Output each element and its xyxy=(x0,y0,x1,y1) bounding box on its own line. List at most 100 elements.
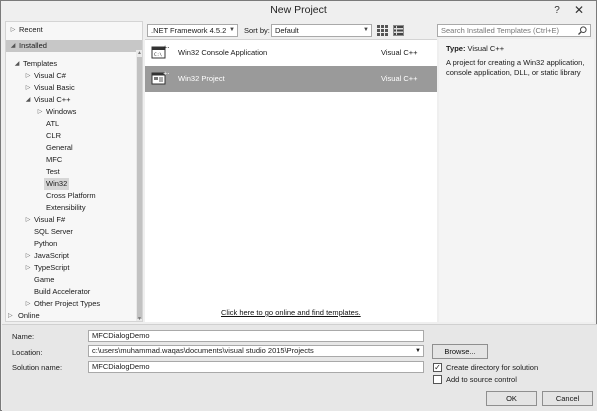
tree-item-visual-basic[interactable]: ▷ Visual Basic xyxy=(6,82,142,94)
location-field[interactable]: c:\users\muhammad.waqas\documents\visual… xyxy=(88,345,424,357)
name-field[interactable]: MFCDialogDemo xyxy=(88,330,424,342)
browse-button[interactable]: Browse... xyxy=(432,344,488,359)
small-icons-view-icon[interactable] xyxy=(377,25,388,36)
solution-name-label: Solution name: xyxy=(12,363,63,372)
solution-name-field[interactable]: MFCDialogDemo xyxy=(88,361,424,373)
add-to-source-control-label: Add to source control xyxy=(446,375,517,384)
template-list: C:\ ++ Win32 Console Application Visual … xyxy=(145,39,437,322)
close-button[interactable]: ✕ xyxy=(570,2,588,19)
tree-item-label: Build Accelerator xyxy=(34,287,91,296)
console-app-icon: C:\ ++ xyxy=(151,44,171,60)
tree-item-game[interactable]: Game xyxy=(6,274,142,286)
tree-item-label: Windows xyxy=(46,107,77,116)
tree-item-cross-platform[interactable]: Cross Platform xyxy=(6,190,142,202)
scroll-up-arrow-icon[interactable]: ▲ xyxy=(136,50,142,56)
tree-item-atl[interactable]: ATL xyxy=(6,118,142,130)
collapsed-arrow-icon[interactable]: ▷ xyxy=(36,106,44,118)
tree-item-label: Visual C# xyxy=(34,71,66,80)
tree-item-mfc[interactable]: MFC xyxy=(6,154,142,166)
tree-item-label: SQL Server xyxy=(34,227,73,236)
template-item-console-app[interactable]: C:\ ++ Win32 Console Application Visual … xyxy=(145,40,437,66)
type-value: Visual C++ xyxy=(467,44,505,53)
search-icon[interactable] xyxy=(578,26,587,38)
tree-item-other-project-types[interactable]: ▷ Other Project Types xyxy=(6,298,142,310)
scrollbar-thumb[interactable] xyxy=(137,57,142,319)
tree-item-label: Test xyxy=(46,167,60,176)
project-settings-form: Name: MFCDialogDemo Location: c:\users\m… xyxy=(2,324,597,411)
tree-item-label: Cross Platform xyxy=(46,191,96,200)
collapsed-arrow-icon[interactable]: ▷ xyxy=(9,24,17,36)
tree-item-label: Win32 xyxy=(44,178,70,190)
expanded-arrow-icon[interactable]: ◢ xyxy=(24,94,32,106)
tree-item-visual-cpp[interactable]: ◢ Visual C++ xyxy=(6,94,142,106)
template-description-panel: Type: Visual C++ A project for creating … xyxy=(439,39,594,322)
tree-item-label: CLR xyxy=(46,131,62,140)
location-label: Location: xyxy=(12,348,43,357)
tree-item-label: Other Project Types xyxy=(34,299,101,308)
template-type: Type: Visual C++ xyxy=(446,44,504,53)
framework-value: .NET Framework 4.5.2 xyxy=(151,26,227,35)
tree-scrollbar[interactable]: ▲ ▼ xyxy=(136,50,142,321)
tree-item-online[interactable]: ▷ Online xyxy=(5,310,143,322)
tree-item-label: ATL xyxy=(46,119,60,128)
tree-item-javascript[interactable]: ▷ JavaScript xyxy=(6,250,142,262)
tree-item-label: Templates xyxy=(23,59,58,68)
tree-item-templates[interactable]: ◢ Templates xyxy=(6,58,142,70)
tree-item-label: JavaScript xyxy=(34,251,70,260)
collapsed-arrow-icon[interactable]: ▷ xyxy=(24,70,32,82)
tree-item-label: Recent xyxy=(19,25,43,34)
tree-item-windows[interactable]: ▷ Windows xyxy=(6,106,142,118)
chevron-down-icon: ▼ xyxy=(229,27,235,33)
expanded-arrow-icon[interactable]: ◢ xyxy=(9,40,17,52)
collapsed-arrow-icon[interactable]: ▷ xyxy=(8,310,13,322)
collapsed-arrow-icon[interactable]: ▷ xyxy=(24,82,32,94)
location-value: c:\users\muhammad.waqas\documents\visual… xyxy=(92,346,314,355)
svg-text:C:\: C:\ xyxy=(154,52,162,58)
tree-item-extensibility[interactable]: Extensibility xyxy=(6,202,142,214)
tree-item-clr[interactable]: CLR xyxy=(6,130,142,142)
tree-item-recent[interactable]: ▷ Recent xyxy=(6,24,142,36)
search-placeholder: Search Installed Templates (Ctrl+E) xyxy=(441,26,560,35)
tree-item-visual-fsharp[interactable]: ▷ Visual F# xyxy=(6,214,142,226)
collapsed-arrow-icon[interactable]: ▷ xyxy=(24,250,32,262)
collapsed-arrow-icon[interactable]: ▷ xyxy=(24,214,32,226)
tree-item-python[interactable]: Python xyxy=(6,238,142,250)
dialog-title: New Project xyxy=(270,4,327,16)
tree-item-general[interactable]: General xyxy=(6,142,142,154)
tree-item-label: TypeScript xyxy=(34,263,70,272)
tree-item-label: Game xyxy=(34,275,55,284)
tree-item-test[interactable]: Test xyxy=(6,166,142,178)
template-language: Visual C++ xyxy=(381,74,418,83)
tree-item-label: Extensibility xyxy=(46,203,86,212)
tree-item-typescript[interactable]: ▷ TypeScript xyxy=(6,262,142,274)
add-to-source-control-checkbox[interactable] xyxy=(433,375,442,384)
sort-by-label: Sort by: xyxy=(244,26,270,35)
tree-item-label: Visual Basic xyxy=(34,83,75,92)
list-view-icon[interactable] xyxy=(393,25,404,36)
help-button[interactable]: ? xyxy=(548,2,566,19)
search-input[interactable]: Search Installed Templates (Ctrl+E) xyxy=(437,24,591,37)
find-templates-online-link[interactable]: Click here to go online and find templat… xyxy=(221,308,361,317)
sort-dropdown[interactable]: Default ▼ xyxy=(271,24,372,37)
collapsed-arrow-icon[interactable]: ▷ xyxy=(24,298,32,310)
template-item-win32-project[interactable]: ++ Win32 Project Visual C++ xyxy=(145,66,437,92)
tree-item-sql-server[interactable]: SQL Server xyxy=(6,226,142,238)
title-bar: New Project ? ✕ xyxy=(1,1,596,21)
framework-dropdown[interactable]: .NET Framework 4.5.2 ▼ xyxy=(147,24,238,37)
ok-button[interactable]: OK xyxy=(486,391,537,406)
svg-text:++: ++ xyxy=(163,71,169,77)
tree-item-label: MFC xyxy=(46,155,63,164)
create-directory-checkbox[interactable]: ✓ xyxy=(433,363,442,372)
tree-item-label: Visual C++ xyxy=(34,95,71,104)
tree-item-visual-csharp[interactable]: ▷ Visual C# xyxy=(6,70,142,82)
collapsed-arrow-icon[interactable]: ▷ xyxy=(24,262,32,274)
expanded-arrow-icon[interactable]: ◢ xyxy=(13,58,21,70)
tree-item-build-accelerator[interactable]: Build Accelerator xyxy=(6,286,142,298)
cancel-button[interactable]: Cancel xyxy=(542,391,593,406)
chevron-down-icon: ▼ xyxy=(363,27,369,33)
chevron-down-icon[interactable]: ▼ xyxy=(415,346,421,356)
template-tree: ▷ Recent ◢ Installed ◢ Templates ▷ Visua… xyxy=(5,21,143,322)
tree-item-installed[interactable]: ◢ Installed xyxy=(6,40,142,52)
tree-item-win32[interactable]: Win32 xyxy=(6,178,142,190)
tree-item-label: Online xyxy=(18,311,40,320)
